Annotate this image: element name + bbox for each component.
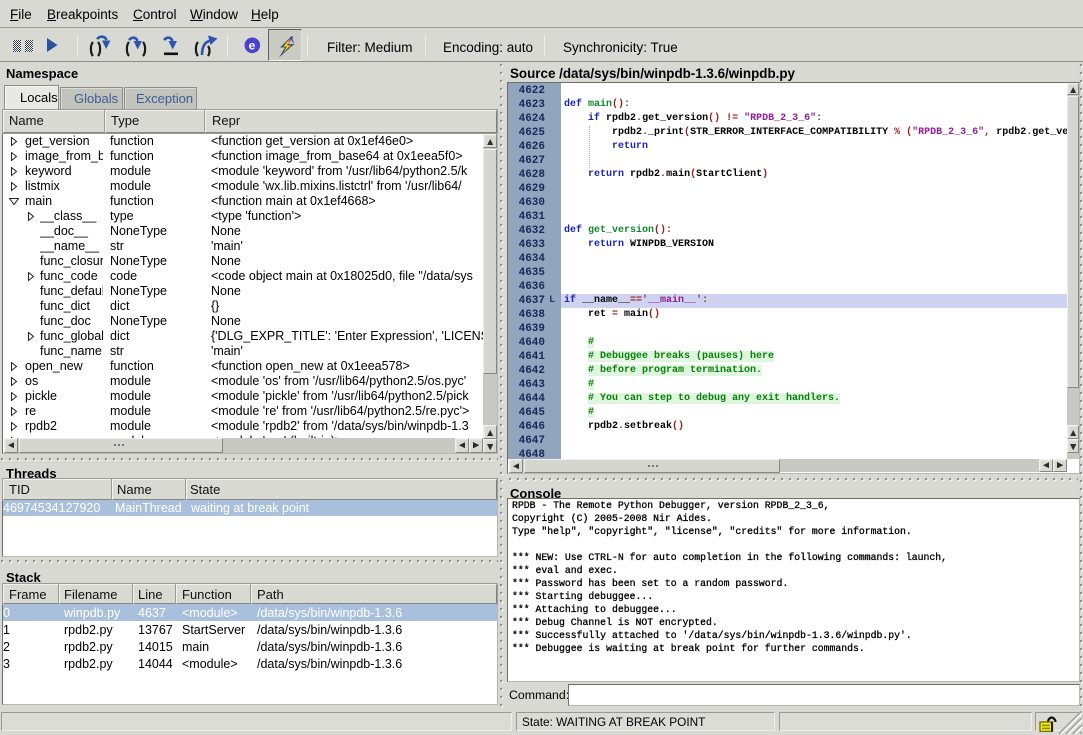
svg-text:e: e — [249, 39, 256, 53]
